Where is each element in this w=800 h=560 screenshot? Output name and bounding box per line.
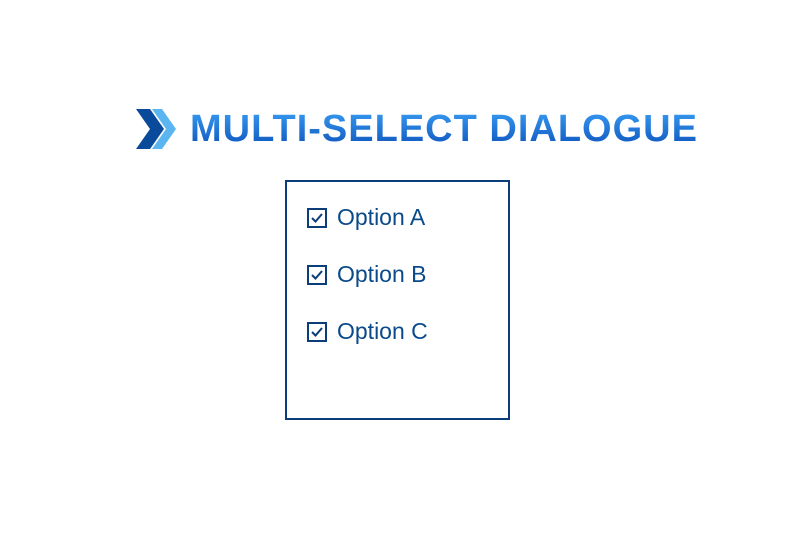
option-label: Option A — [337, 204, 425, 231]
multi-select-dialogue: Option A Option B Option C — [285, 180, 510, 420]
option-label: Option B — [337, 261, 427, 288]
page-title: MULTI-SELECT DIALOGUE — [190, 108, 698, 151]
option-label: Option C — [337, 318, 428, 345]
option-row-b[interactable]: Option B — [307, 261, 488, 288]
checkbox-b[interactable] — [307, 265, 327, 285]
header: MULTI-SELECT DIALOGUE — [130, 105, 698, 153]
arrow-logo-icon — [130, 105, 178, 153]
checkbox-c[interactable] — [307, 322, 327, 342]
checkbox-a[interactable] — [307, 208, 327, 228]
option-row-a[interactable]: Option A — [307, 204, 488, 231]
option-row-c[interactable]: Option C — [307, 318, 488, 345]
